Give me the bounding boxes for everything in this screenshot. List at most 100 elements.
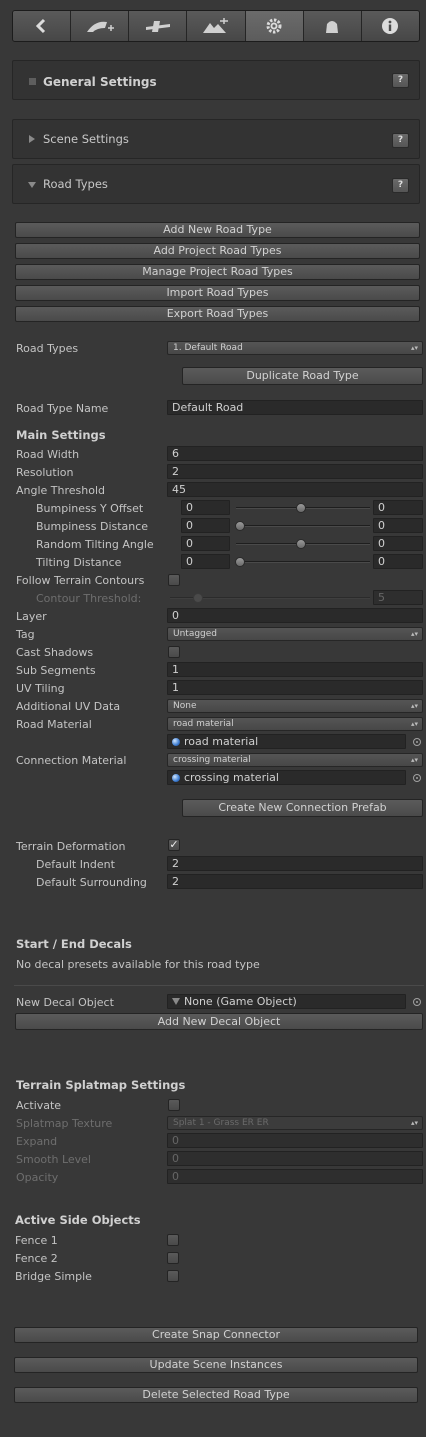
connection-button[interactable] xyxy=(129,11,188,41)
road-types-label: Road Types xyxy=(16,342,79,355)
settings-button[interactable] xyxy=(245,11,304,41)
side-objects-heading: Active Side Objects xyxy=(15,1213,141,1227)
help-button[interactable]: ? xyxy=(392,73,409,88)
toolbar xyxy=(12,10,420,42)
tilting-distance-min-input[interactable]: 0 xyxy=(181,554,230,569)
default-indent-label: Default Indent xyxy=(36,858,115,871)
help-button[interactable]: ? xyxy=(392,178,409,193)
add-new-road-type-button[interactable]: Add New Road Type xyxy=(15,222,420,238)
create-connection-prefab-button[interactable]: Create New Connection Prefab xyxy=(182,799,423,817)
sub-segments-input[interactable]: 1 xyxy=(167,662,423,677)
object-picker-icon[interactable] xyxy=(413,998,421,1006)
add-project-road-types-button[interactable]: Add Project Road Types xyxy=(15,243,420,259)
bumpiness-y-offset-min-input[interactable]: 0 xyxy=(181,500,230,515)
layer-input[interactable]: 0 xyxy=(167,608,423,623)
contour-threshold-input[interactable]: 5 xyxy=(373,590,423,605)
tilting-distance-max-input[interactable]: 0 xyxy=(373,554,423,569)
export-road-types-button[interactable]: Export Road Types xyxy=(15,306,420,322)
terrain-tools-icon xyxy=(202,17,230,35)
road-material-selected: road material xyxy=(173,719,234,729)
contour-threshold-thumb[interactable] xyxy=(193,593,203,603)
manage-project-road-types-button[interactable]: Manage Project Road Types xyxy=(15,264,420,280)
expand-input[interactable]: 0 xyxy=(167,1133,423,1148)
dropdown-arrows-icon: ▴▾ xyxy=(410,630,418,638)
default-surrounding-label: Default Surrounding xyxy=(36,876,147,889)
side-object-label: Fence 1 xyxy=(15,1234,58,1247)
triangle-down-icon xyxy=(28,182,36,188)
bumpiness-distance-slider[interactable] xyxy=(236,525,370,527)
create-snap-connector-button[interactable]: Create Snap Connector xyxy=(14,1327,418,1343)
delete-selected-road-type-button[interactable]: Delete Selected Road Type xyxy=(14,1387,418,1403)
road-type-name-label: Road Type Name xyxy=(16,402,109,415)
new-decal-object-label: New Decal Object xyxy=(16,996,114,1009)
dropdown-arrows-icon: ▴▾ xyxy=(410,702,418,710)
connection-material-object-field[interactable]: crossing material xyxy=(167,770,406,785)
update-scene-instances-button[interactable]: Update Scene Instances xyxy=(14,1357,418,1373)
terrain-deformation-checkbox[interactable]: ✓ xyxy=(168,839,180,851)
bumpiness-distance-min-input[interactable]: 0 xyxy=(181,518,230,533)
object-button[interactable] xyxy=(303,11,362,41)
random-tilting-angle-min-input[interactable]: 0 xyxy=(181,536,230,551)
road-types-dropdown[interactable]: 1. Default Road ▴▾ xyxy=(167,341,423,355)
side-object-checkbox-fence-2[interactable] xyxy=(167,1252,179,1264)
bumpiness-distance-label: Bumpiness Distance xyxy=(36,520,149,533)
angle-threshold-input[interactable]: 45 xyxy=(167,482,423,497)
default-indent-input[interactable]: 2 xyxy=(167,856,423,871)
add-road-button[interactable] xyxy=(71,11,130,41)
add-new-decal-object-button[interactable]: Add New Decal Object xyxy=(15,1013,423,1030)
object-picker-icon[interactable] xyxy=(413,774,421,782)
smooth-level-input[interactable]: 0 xyxy=(167,1151,423,1166)
random-tilting-angle-label: Random Tilting Angle xyxy=(36,538,154,551)
default-surrounding-input[interactable]: 2 xyxy=(167,874,423,889)
bumpiness-distance-thumb[interactable] xyxy=(235,521,245,531)
road-types-panel[interactable]: Road Types ? xyxy=(12,164,420,204)
splatmap-texture-selected: Splat 1 - Grass ER ER xyxy=(173,1118,269,1128)
road-material-object-field[interactable]: road material xyxy=(167,734,406,749)
random-tilting-angle-max-input[interactable]: 0 xyxy=(373,536,423,551)
cast-shadows-checkbox[interactable] xyxy=(168,646,180,658)
road-width-label: Road Width xyxy=(16,448,80,461)
additional-uv-data-label: Additional UV Data xyxy=(16,700,121,713)
side-object-checkbox-bridge-simple[interactable] xyxy=(167,1270,179,1282)
scene-settings-panel[interactable]: Scene Settings ? xyxy=(12,119,420,159)
connection-material-dropdown[interactable]: crossing material ▴▾ xyxy=(167,753,423,767)
road-types-title: Road Types xyxy=(43,177,108,191)
help-button[interactable]: ? xyxy=(392,133,409,148)
follow-terrain-contours-checkbox[interactable] xyxy=(168,574,180,586)
resolution-label: Resolution xyxy=(16,466,74,479)
road-material-dropdown[interactable]: road material ▴▾ xyxy=(167,717,423,731)
road-types-selected: 1. Default Road xyxy=(173,343,243,353)
connection-icon xyxy=(144,18,172,34)
general-settings-panel[interactable]: General Settings ? xyxy=(12,60,420,100)
dropdown-arrows-icon: ▴▾ xyxy=(410,756,418,764)
additional-uv-data-dropdown[interactable]: None ▴▾ xyxy=(167,699,423,713)
opacity-input[interactable]: 0 xyxy=(167,1169,423,1184)
cast-shadows-label: Cast Shadows xyxy=(16,646,94,659)
info-button[interactable] xyxy=(361,11,419,41)
new-decal-object-field[interactable]: None (Game Object) xyxy=(167,994,406,1009)
splatmap-texture-label: Splatmap Texture xyxy=(16,1117,113,1130)
side-object-checkbox-fence-1[interactable] xyxy=(167,1234,179,1246)
road-width-input[interactable]: 6 xyxy=(167,446,423,461)
bumpiness-y-offset-max-input[interactable]: 0 xyxy=(373,500,423,515)
activate-checkbox[interactable] xyxy=(168,1099,180,1111)
road-type-name-input[interactable]: Default Road xyxy=(167,400,423,415)
uv-tiling-input[interactable]: 1 xyxy=(167,680,423,695)
splatmap-texture-dropdown[interactable]: Splat 1 - Grass ER ER ▴▾ xyxy=(167,1116,423,1130)
random-tilting-angle-thumb[interactable] xyxy=(296,539,306,549)
contour-threshold-label: Contour Threshold: xyxy=(36,592,142,605)
tag-dropdown[interactable]: Untagged ▴▾ xyxy=(167,627,423,641)
object-picker-icon[interactable] xyxy=(413,738,421,746)
bumpiness-distance-max-input[interactable]: 0 xyxy=(373,518,423,533)
duplicate-road-type-button[interactable]: Duplicate Road Type xyxy=(182,367,423,385)
bumpiness-y-offset-thumb[interactable] xyxy=(296,503,306,513)
smooth-level-label: Smooth Level xyxy=(16,1153,91,1166)
layer-label: Layer xyxy=(16,610,47,623)
resolution-input[interactable]: 2 xyxy=(167,464,423,479)
dropdown-arrows-icon: ▴▾ xyxy=(410,1119,418,1127)
import-road-types-button[interactable]: Import Road Types xyxy=(15,285,420,301)
back-button[interactable] xyxy=(13,11,72,41)
terrain-tools-button[interactable] xyxy=(187,11,246,41)
tilting-distance-slider[interactable] xyxy=(236,561,370,563)
tilting-distance-thumb[interactable] xyxy=(235,557,245,567)
